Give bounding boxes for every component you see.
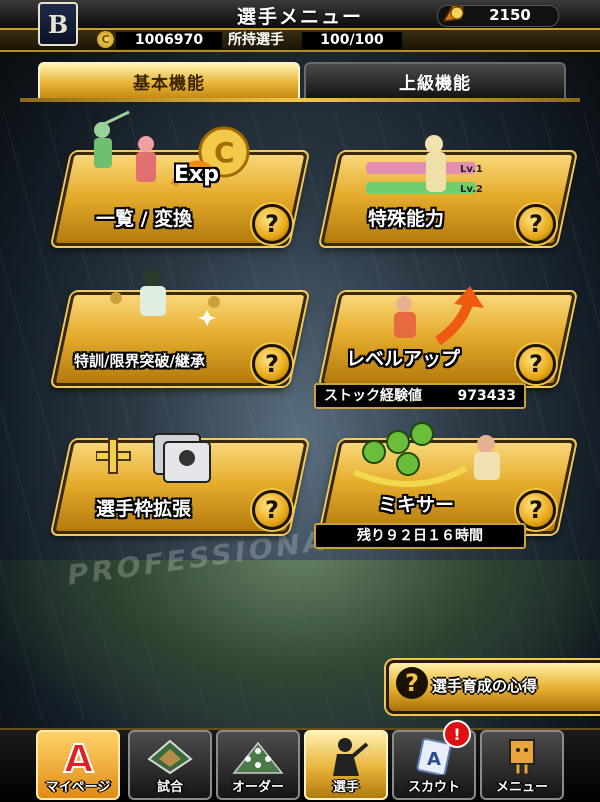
nav-players-label: 選手 xyxy=(332,780,359,795)
svg-text:A: A xyxy=(427,749,441,770)
level-up-arrow-illustration xyxy=(394,286,484,346)
tab-underline xyxy=(20,98,580,102)
tab-basic-functions[interactable]: 基本機能 xyxy=(38,62,300,98)
training-guide-label: 選手育成の心得 xyxy=(432,677,538,695)
list-convert-label: 一覧 / 変換 xyxy=(96,208,193,230)
help-button-level-up[interactable]: ? xyxy=(516,344,556,384)
tab-advanced-functions[interactable]: 上級機能 xyxy=(304,62,566,98)
help-button-expand[interactable]: ? xyxy=(252,490,292,530)
coin-icon: C xyxy=(97,31,114,48)
coin-value: 1006970 xyxy=(116,32,222,49)
stock-exp-value: 973433 xyxy=(457,388,516,404)
nav-scout-label: スカウト xyxy=(407,780,460,795)
nav-menu-label: メニュー xyxy=(495,780,548,795)
nav-players[interactable]: 選手 xyxy=(304,730,388,800)
nav-mypage-label: マイページ xyxy=(45,780,111,795)
team-logo[interactable]: B xyxy=(38,2,78,46)
nav-menu[interactable]: メニュー xyxy=(480,730,564,800)
owned-players-value: 100/100 xyxy=(302,32,402,49)
menu-box-icon xyxy=(482,736,562,776)
lv1-label: Lv.1 xyxy=(460,164,483,175)
ability-bars-illustration xyxy=(366,135,476,194)
stock-exp-box: ストック経験値 973433 xyxy=(314,383,526,409)
expand-roster-label: 選手枠拡張 xyxy=(96,498,192,520)
special-ability-label: 特殊能力 xyxy=(368,208,445,230)
stadium-icon xyxy=(130,736,210,776)
question-icon: ? xyxy=(396,667,428,699)
svg-text:A: A xyxy=(64,737,94,776)
lv2-label: Lv.2 xyxy=(460,184,483,195)
scout-notification-badge: ! xyxy=(443,720,471,748)
owned-players-label: 所持選手 xyxy=(228,32,284,48)
expand-cards-illustration xyxy=(96,433,211,483)
mixer-remaining-time: 残り９２日１６時間 xyxy=(314,523,526,549)
training-players-illustration xyxy=(110,269,220,326)
nav-order[interactable]: オーダー xyxy=(216,730,300,800)
nav-match-label: 試合 xyxy=(156,780,183,795)
help-button-training[interactable]: ? xyxy=(252,344,292,384)
baseball-gem-icon xyxy=(442,4,464,22)
gem-count: 2150 xyxy=(489,6,531,24)
players-exp-illustration: C xyxy=(94,110,250,187)
player-icon xyxy=(306,736,386,776)
status-bar xyxy=(0,30,600,52)
home-a-icon: A xyxy=(38,736,118,776)
stock-exp-label: ストック経験値 xyxy=(324,388,422,404)
help-button-list-convert[interactable]: ? xyxy=(252,204,292,244)
training-label: 特訓/限界突破/継承 xyxy=(74,352,205,370)
level-up-label: レベルアップ xyxy=(346,348,461,370)
mixer-label: ミキサー xyxy=(378,494,455,516)
nav-mypage[interactable]: A マイページ xyxy=(36,730,120,800)
help-button-special-ability[interactable]: ? xyxy=(516,204,556,244)
mixer-illustration xyxy=(352,422,500,488)
lineup-icon xyxy=(218,736,298,776)
nav-match[interactable]: 試合 xyxy=(128,730,212,800)
nav-order-label: オーダー xyxy=(231,780,284,795)
